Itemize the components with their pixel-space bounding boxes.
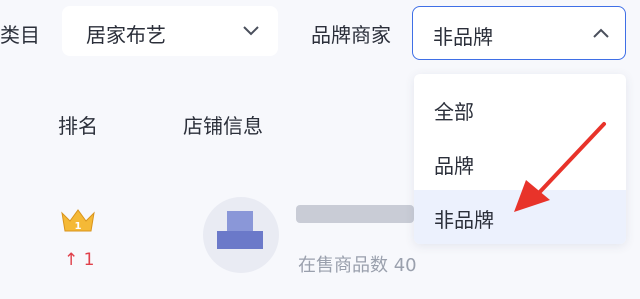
brand-label: 品牌商家 xyxy=(311,23,391,47)
column-header-rank: 排名 xyxy=(58,114,98,138)
category-value: 居家布艺 xyxy=(86,23,166,47)
chevron-up-icon xyxy=(593,28,609,38)
rank-change: ↑ 1 xyxy=(64,250,95,270)
column-header-store: 店铺信息 xyxy=(183,114,263,138)
avatar xyxy=(203,197,279,273)
category-label: 类目 xyxy=(0,23,40,47)
brand-value: 非品牌 xyxy=(433,25,493,49)
items-on-sale: 在售商品数 40 xyxy=(298,255,417,276)
chevron-down-icon xyxy=(243,26,259,36)
red-arrow-annotation xyxy=(514,122,606,212)
category-select[interactable]: 居家布艺 xyxy=(62,6,278,56)
svg-text:1: 1 xyxy=(75,221,82,232)
crown-icon: 1 xyxy=(61,209,95,232)
store-name-blurred[interactable] xyxy=(296,205,414,223)
brand-select[interactable]: 非品牌 xyxy=(412,6,626,60)
